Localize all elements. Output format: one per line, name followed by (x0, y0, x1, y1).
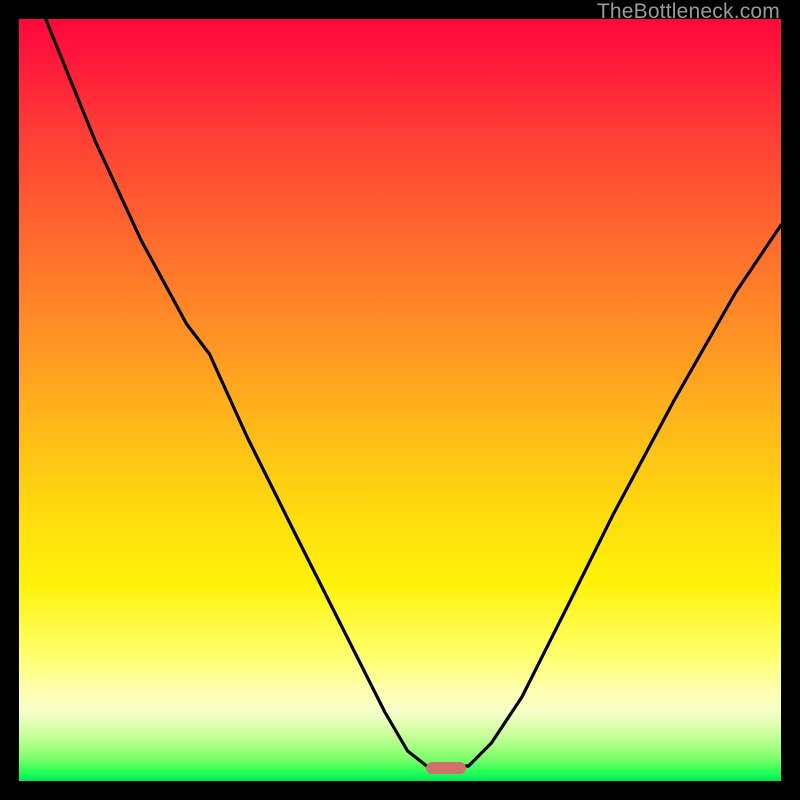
chart-frame: TheBottleneck.com (0, 0, 800, 800)
bottleneck-curve (19, 19, 781, 781)
optimal-marker (426, 762, 466, 774)
plot-area (19, 19, 781, 781)
watermark-text: TheBottleneck.com (597, 0, 780, 24)
